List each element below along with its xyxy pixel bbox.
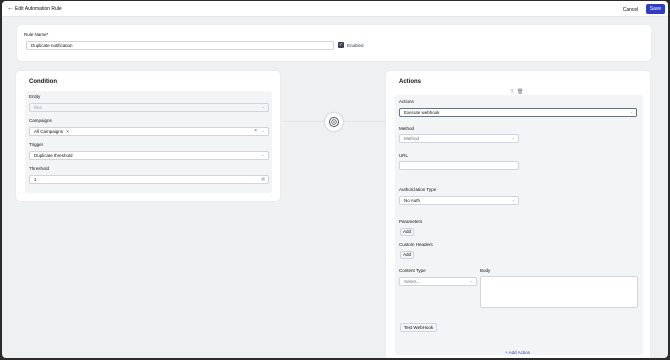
- condition-heading: Condition: [29, 79, 57, 85]
- threshold-input[interactable]: 1 ▦: [29, 175, 269, 184]
- page-title: Edit Automation Rule: [15, 6, 62, 12]
- add-parameter-button[interactable]: Add: [400, 228, 414, 236]
- rule-name-value: Duplicate notification: [31, 43, 73, 48]
- action-panel: Actions Execute webhook ⌄ Method Method …: [395, 95, 643, 355]
- body-textarea[interactable]: [480, 276, 638, 308]
- method-select[interactable]: Method ⌄: [399, 134, 519, 143]
- method-placeholder: Method: [404, 136, 420, 141]
- clear-icon[interactable]: ×: [254, 129, 257, 134]
- actions-label: Actions: [399, 99, 414, 104]
- chevron-down-icon: ⌄: [511, 135, 515, 140]
- add-action-link[interactable]: + Add Action: [505, 350, 530, 355]
- app-window: ← Edit Automation Rule Cancel Save Rule …: [2, 1, 668, 358]
- content-type-placeholder: Select...: [404, 279, 421, 284]
- add-header-button[interactable]: Add: [400, 251, 414, 259]
- entity-select[interactable]: Ilike ⌄: [29, 103, 269, 112]
- test-webhook-button[interactable]: Test WebHook: [400, 323, 437, 332]
- trigger-select[interactable]: Duplicate threshold ⌄: [29, 151, 269, 160]
- campaigns-select[interactable]: All Campaigns × × ⌄: [29, 127, 269, 136]
- custom-headers-label: Custom Headers: [399, 242, 433, 247]
- back-arrow-icon[interactable]: ←: [7, 5, 14, 12]
- content-type-select[interactable]: Select... ⌄: [399, 277, 477, 286]
- threshold-label: Threshold: [29, 166, 50, 171]
- actions-select[interactable]: Execute webhook ⌄: [399, 108, 637, 117]
- chevron-down-icon: ⌄: [261, 152, 265, 157]
- chevron-down-icon: ⌄: [629, 109, 633, 114]
- condition-card: Condition Entity Ilike ⌄ Campaigns All C…: [16, 71, 280, 201]
- condition-panel: Entity Ilike ⌄ Campaigns All Campaigns ×…: [25, 91, 272, 193]
- enabled-label: Enabled: [347, 43, 364, 48]
- entity-label: Entity: [29, 94, 41, 99]
- url-label: URL: [399, 153, 409, 158]
- auth-type-value: No Auth: [404, 198, 421, 203]
- actions-heading: Actions: [399, 79, 422, 85]
- threshold-value: 1: [34, 177, 37, 182]
- content-type-label: Content Type: [399, 268, 426, 273]
- entity-value: Ilike: [34, 105, 43, 110]
- auth-type-label: Authorization Type: [399, 187, 437, 192]
- chevron-down-icon: ⌄: [469, 278, 473, 283]
- method-label: Method: [399, 126, 415, 131]
- chevron-down-icon: ⌄: [511, 197, 515, 202]
- campaigns-tag: All Campaigns: [34, 129, 64, 134]
- settings-ring-icon: [329, 117, 339, 127]
- calculator-icon: ▦: [261, 176, 265, 181]
- top-bar: ← Edit Automation Rule Cancel Save: [2, 1, 668, 17]
- actions-value: Execute webhook: [404, 110, 440, 115]
- rule-name-label: Rule Name*: [24, 32, 49, 37]
- flow-hub: [325, 113, 343, 131]
- rule-name-card: Rule Name* Duplicate notification ✓ Enab…: [17, 25, 651, 61]
- rule-name-input[interactable]: Duplicate notification: [26, 41, 334, 50]
- auth-type-select[interactable]: No Auth ⌄: [399, 196, 519, 205]
- tag-close-icon[interactable]: ×: [66, 129, 69, 134]
- trigger-value: Duplicate threshold: [34, 153, 73, 158]
- actions-card: Actions ⠿ 🗑 Actions Execute webhook ⌄ Me…: [386, 71, 650, 358]
- campaigns-label: Campaigns: [29, 118, 52, 123]
- body-label: Body: [480, 268, 491, 273]
- parameters-label: Parameters: [399, 219, 423, 224]
- trigger-label: Trigger: [29, 142, 44, 147]
- enabled-checkbox[interactable]: ✓: [338, 42, 344, 48]
- cancel-button[interactable]: Cancel: [619, 5, 642, 14]
- chevron-down-icon: ⌄: [261, 128, 265, 133]
- chevron-down-icon: ⌄: [261, 104, 265, 109]
- url-input[interactable]: [399, 161, 519, 170]
- save-button[interactable]: Save: [646, 4, 665, 14]
